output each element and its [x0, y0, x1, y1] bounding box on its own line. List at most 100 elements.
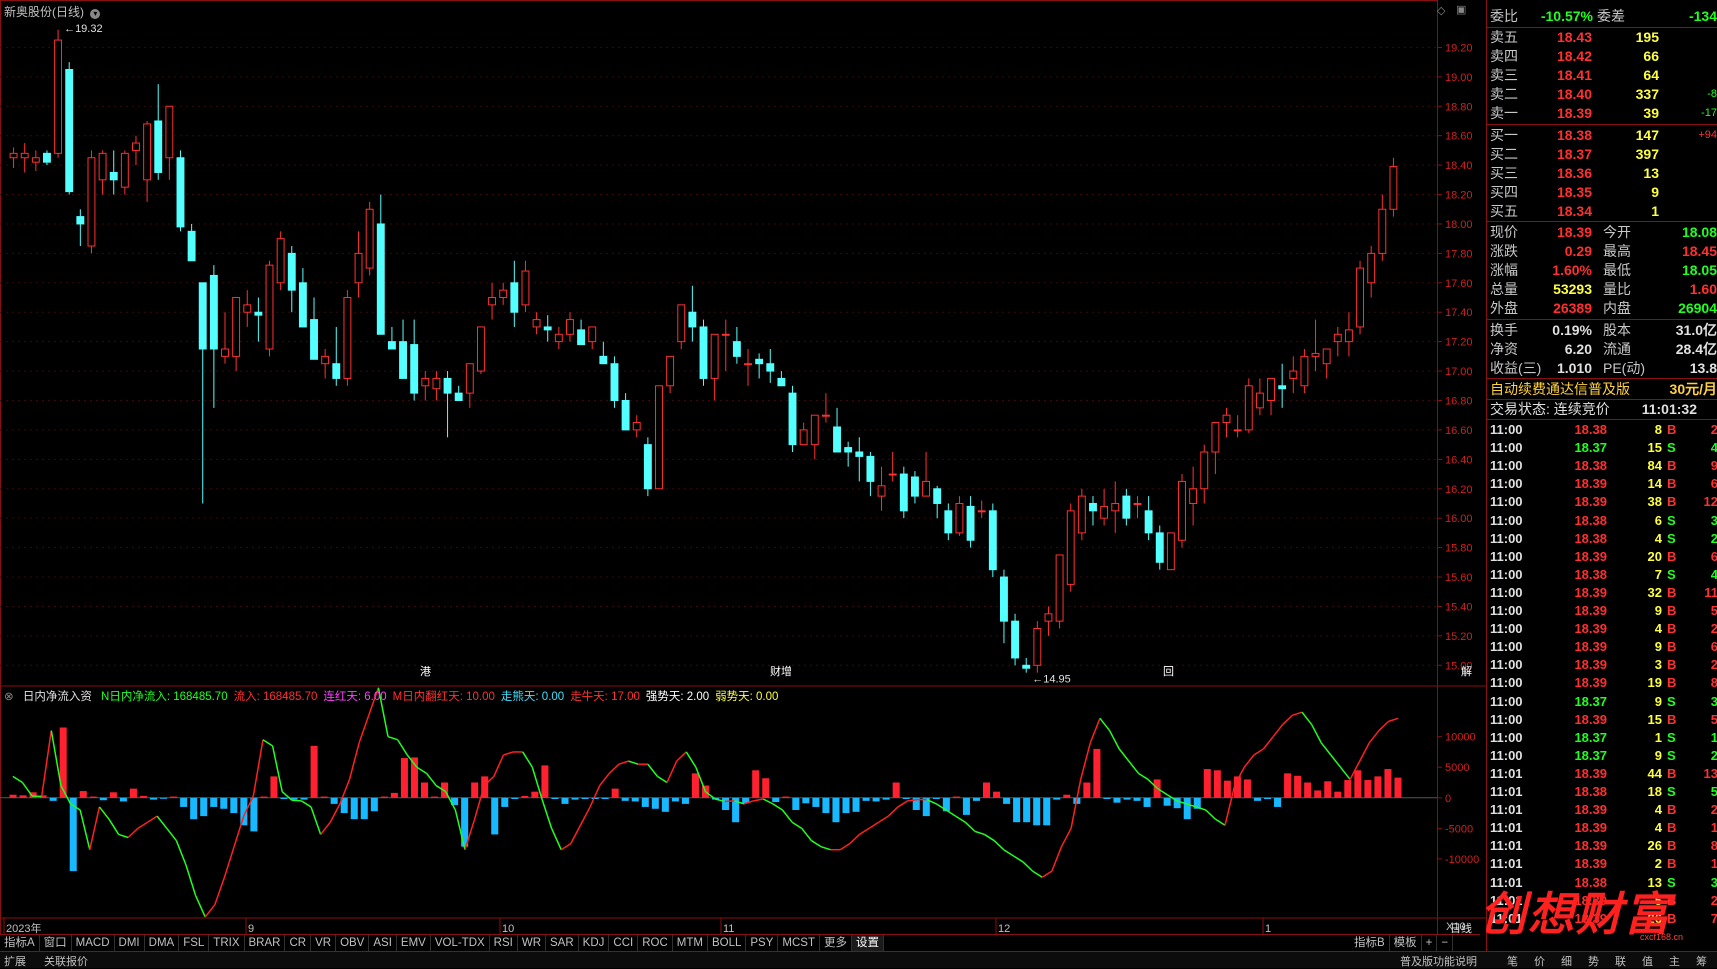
candle[interactable] [910, 471, 919, 504]
indicator-tab[interactable]: 更多 [820, 935, 852, 951]
candle[interactable] [577, 319, 586, 346]
candle[interactable] [65, 62, 74, 195]
candle[interactable] [499, 282, 508, 305]
candle[interactable] [443, 371, 452, 438]
candle[interactable] [621, 393, 630, 431]
indicator-name[interactable]: 日内净流入资 [23, 691, 92, 703]
candle[interactable] [643, 437, 652, 497]
indicator-tab[interactable]: RSI [490, 935, 518, 951]
chart-window-icon[interactable]: ▣ [1456, 3, 1466, 16]
bid-row[interactable]: 买一 18.38 147 +94 [1487, 126, 1717, 145]
candle[interactable] [354, 231, 363, 298]
ask-row[interactable]: 卖五 18.43 195 [1487, 28, 1717, 47]
indicator-tab[interactable]: 设置 [852, 935, 884, 951]
candle[interactable] [399, 319, 407, 379]
candle[interactable] [944, 503, 953, 541]
candle[interactable] [632, 415, 641, 438]
indicator-tab[interactable]: DMA [145, 935, 180, 951]
candle[interactable] [109, 150, 118, 195]
candle[interactable] [810, 414, 819, 460]
indicator-tab[interactable]: 窗口 [40, 935, 72, 951]
candle[interactable] [31, 150, 40, 171]
candle[interactable] [821, 393, 830, 423]
candle[interactable] [1166, 532, 1175, 571]
candle[interactable] [688, 285, 697, 342]
candle[interactable] [1300, 349, 1309, 394]
indicator-tab-right[interactable]: 指标B [1350, 935, 1390, 951]
indicator-tab[interactable]: TRIX [209, 935, 245, 951]
candle[interactable] [1055, 554, 1064, 629]
candle[interactable] [1378, 194, 1387, 261]
indicator-tab[interactable]: MACD [72, 935, 115, 951]
candle[interactable] [120, 150, 129, 195]
candle[interactable] [87, 150, 96, 254]
candle[interactable] [766, 349, 775, 383]
candle[interactable] [922, 451, 931, 497]
candle[interactable] [899, 466, 908, 519]
indicator-close-icon[interactable]: ⊗ [4, 691, 14, 703]
indicator-tab[interactable]: EMV [397, 935, 431, 951]
candle[interactable] [1278, 363, 1287, 408]
candle[interactable] [1066, 503, 1075, 592]
candle[interactable] [332, 326, 341, 386]
indicator-tab[interactable]: PSY [746, 935, 779, 951]
candle[interactable] [888, 451, 897, 482]
indicator-tab[interactable]: BRAR [245, 935, 286, 951]
bid-row[interactable]: 买五 18.34 1 [1487, 202, 1717, 221]
candle[interactable] [1022, 657, 1031, 673]
candle[interactable] [232, 297, 241, 372]
candle[interactable] [1077, 488, 1086, 541]
candle[interactable] [955, 496, 964, 536]
candle[interactable] [76, 209, 85, 247]
candle[interactable] [454, 385, 463, 401]
candle[interactable] [566, 312, 574, 342]
candle[interactable] [1089, 496, 1097, 526]
candle[interactable] [1178, 474, 1186, 548]
candle[interactable] [465, 363, 474, 408]
candle[interactable] [387, 326, 396, 350]
candle[interactable] [866, 451, 875, 497]
indicator-tab-right[interactable]: − [1437, 935, 1454, 951]
bid-row[interactable]: 买三 18.36 13 [1487, 164, 1717, 183]
candle[interactable] [321, 349, 330, 379]
candle[interactable] [243, 290, 252, 327]
candle[interactable] [1200, 444, 1209, 504]
candle[interactable] [655, 385, 663, 490]
candle[interactable] [1144, 496, 1153, 541]
candle[interactable] [588, 326, 597, 349]
candle[interactable] [198, 282, 207, 504]
candle[interactable] [1133, 496, 1142, 519]
candle[interactable] [610, 356, 619, 408]
bid-row[interactable]: 买四 18.35 9 [1487, 183, 1717, 202]
indicator-tab[interactable]: VR [311, 935, 337, 951]
candle[interactable] [165, 105, 174, 180]
chart-settings-icon[interactable]: ◇ [1437, 4, 1445, 17]
candle[interactable] [732, 326, 741, 364]
candle[interactable] [1000, 569, 1008, 644]
candle[interactable] [1222, 407, 1231, 438]
indicator-tab[interactable]: OBV [336, 935, 370, 951]
candle[interactable] [1389, 157, 1398, 217]
candle[interactable] [376, 194, 385, 335]
candle[interactable] [543, 315, 552, 342]
candle[interactable] [1267, 377, 1275, 416]
candle[interactable] [554, 326, 563, 349]
candle[interactable] [209, 265, 218, 408]
ask-row[interactable]: 卖一 18.39 39 -17 [1487, 104, 1717, 123]
candle[interactable] [476, 326, 485, 375]
candle[interactable] [1356, 260, 1365, 335]
ask-row[interactable]: 卖四 18.42 66 [1487, 47, 1717, 66]
title-dropdown-icon[interactable]: ▾ [90, 9, 101, 19]
candle[interactable] [788, 385, 797, 452]
candle[interactable] [710, 333, 719, 401]
candle[interactable] [1033, 621, 1042, 673]
candle[interactable] [54, 29, 63, 158]
candle[interactable] [20, 143, 29, 173]
candle[interactable] [254, 297, 263, 342]
indicator-tab[interactable]: CR [285, 935, 312, 951]
candle[interactable] [855, 437, 864, 482]
candle[interactable] [1322, 348, 1331, 379]
candle[interactable] [187, 223, 196, 262]
candle[interactable] [365, 201, 374, 276]
candle[interactable] [677, 304, 686, 349]
